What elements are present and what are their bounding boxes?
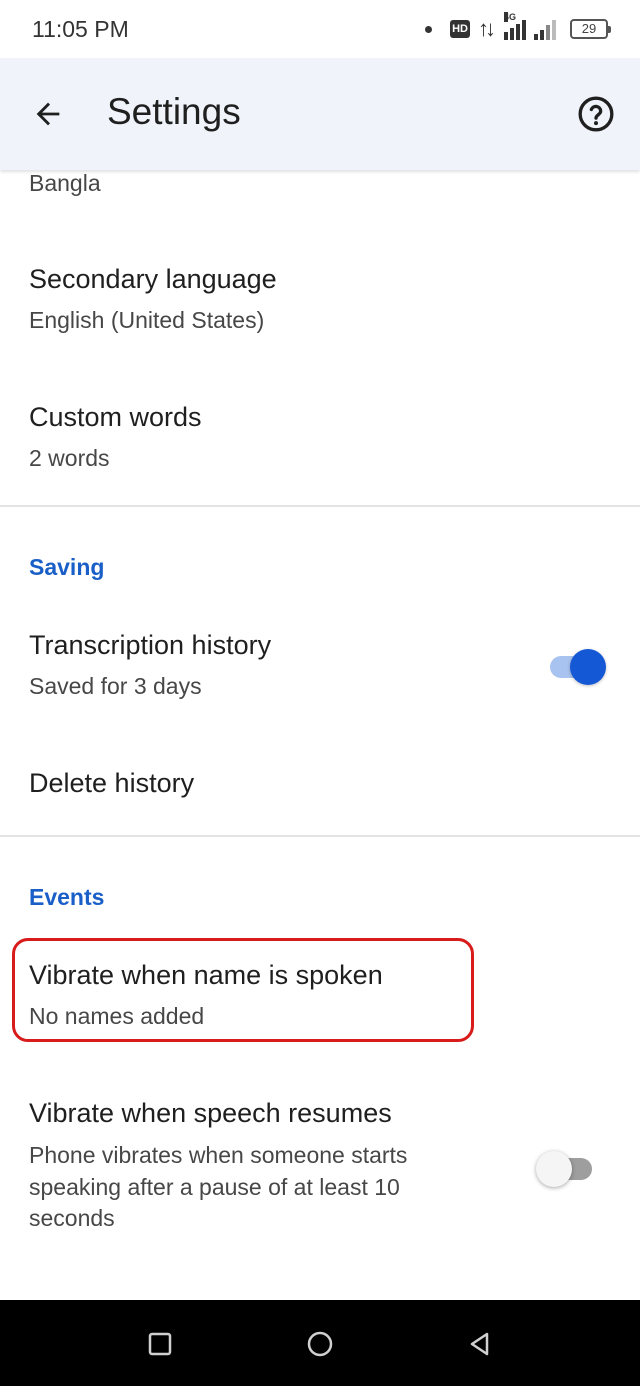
toggle-thumb	[570, 649, 606, 685]
transcription-history-item[interactable]: Transcription history Saved for 3 days	[0, 610, 640, 720]
signal-strength-icon	[534, 18, 556, 40]
section-header-saving: Saving	[29, 554, 105, 580]
vibrate-name-value: No names added	[29, 1003, 205, 1029]
vibrate-name-item[interactable]: Vibrate when name is spoken No names add…	[0, 940, 640, 1040]
status-bar: 11:05 PM HD ↑↓ 4G 29	[0, 0, 640, 58]
secondary-language-title: Secondary language	[29, 264, 277, 294]
divider	[0, 835, 640, 837]
divider	[0, 505, 640, 507]
custom-words-title: Custom words	[29, 402, 202, 432]
section-header-events: Events	[29, 884, 105, 910]
transcription-history-title: Transcription history	[29, 630, 272, 660]
system-nav-bar	[0, 1300, 640, 1386]
vibrate-speech-toggle[interactable]	[536, 1148, 604, 1188]
delete-history-item[interactable]: Delete history	[0, 750, 640, 830]
home-button[interactable]	[298, 1322, 342, 1366]
recents-button[interactable]	[138, 1322, 182, 1366]
system-back-button[interactable]	[458, 1322, 502, 1366]
square-icon	[148, 1332, 172, 1356]
back-button[interactable]	[22, 88, 74, 140]
vibrate-speech-description-line-3: seconds	[29, 1205, 115, 1231]
app-bar: Settings	[0, 58, 640, 170]
settings-list[interactable]: Bangla Secondary language English (Unite…	[0, 170, 640, 1300]
custom-words-value: 2 words	[29, 445, 110, 471]
vibrate-speech-item[interactable]: Vibrate when speech resumes Phone vibrat…	[0, 1080, 640, 1240]
toggle-thumb	[536, 1151, 572, 1187]
status-icons: HD ↑↓ 4G 29	[425, 12, 611, 44]
status-time: 11:05 PM	[32, 16, 129, 42]
secondary-language-item[interactable]: Secondary language English (United State…	[0, 240, 640, 350]
secondary-language-value: English (United States)	[29, 307, 265, 333]
network-type-label: 4G	[504, 12, 517, 22]
signal-4g-icon: 4G	[504, 12, 526, 40]
help-button[interactable]	[570, 88, 622, 140]
transcription-history-value: Saved for 3 days	[29, 673, 202, 699]
battery-icon: 29	[570, 19, 611, 39]
vibrate-name-title: Vibrate when name is spoken	[29, 960, 383, 990]
custom-words-item[interactable]: Custom words 2 words	[0, 380, 640, 490]
page-title: Settings	[107, 91, 241, 132]
help-circle-icon	[578, 96, 614, 132]
transcription-history-toggle[interactable]	[546, 646, 610, 686]
hd-voice-icon: HD	[450, 20, 470, 38]
data-activity-icon: ↑↓	[478, 16, 496, 41]
notification-dot-icon	[425, 25, 433, 33]
arrow-left-icon	[36, 102, 60, 126]
triangle-back-icon	[470, 1332, 489, 1356]
delete-history-title: Delete history	[29, 768, 195, 798]
vibrate-speech-description-line-2: speaking after a pause of at least 10	[29, 1174, 400, 1200]
circle-icon	[307, 1331, 333, 1357]
primary-language-value: Bangla	[29, 170, 101, 196]
vibrate-speech-title: Vibrate when speech resumes	[29, 1098, 392, 1128]
vibrate-speech-description-line-1: Phone vibrates when someone starts	[29, 1142, 408, 1168]
